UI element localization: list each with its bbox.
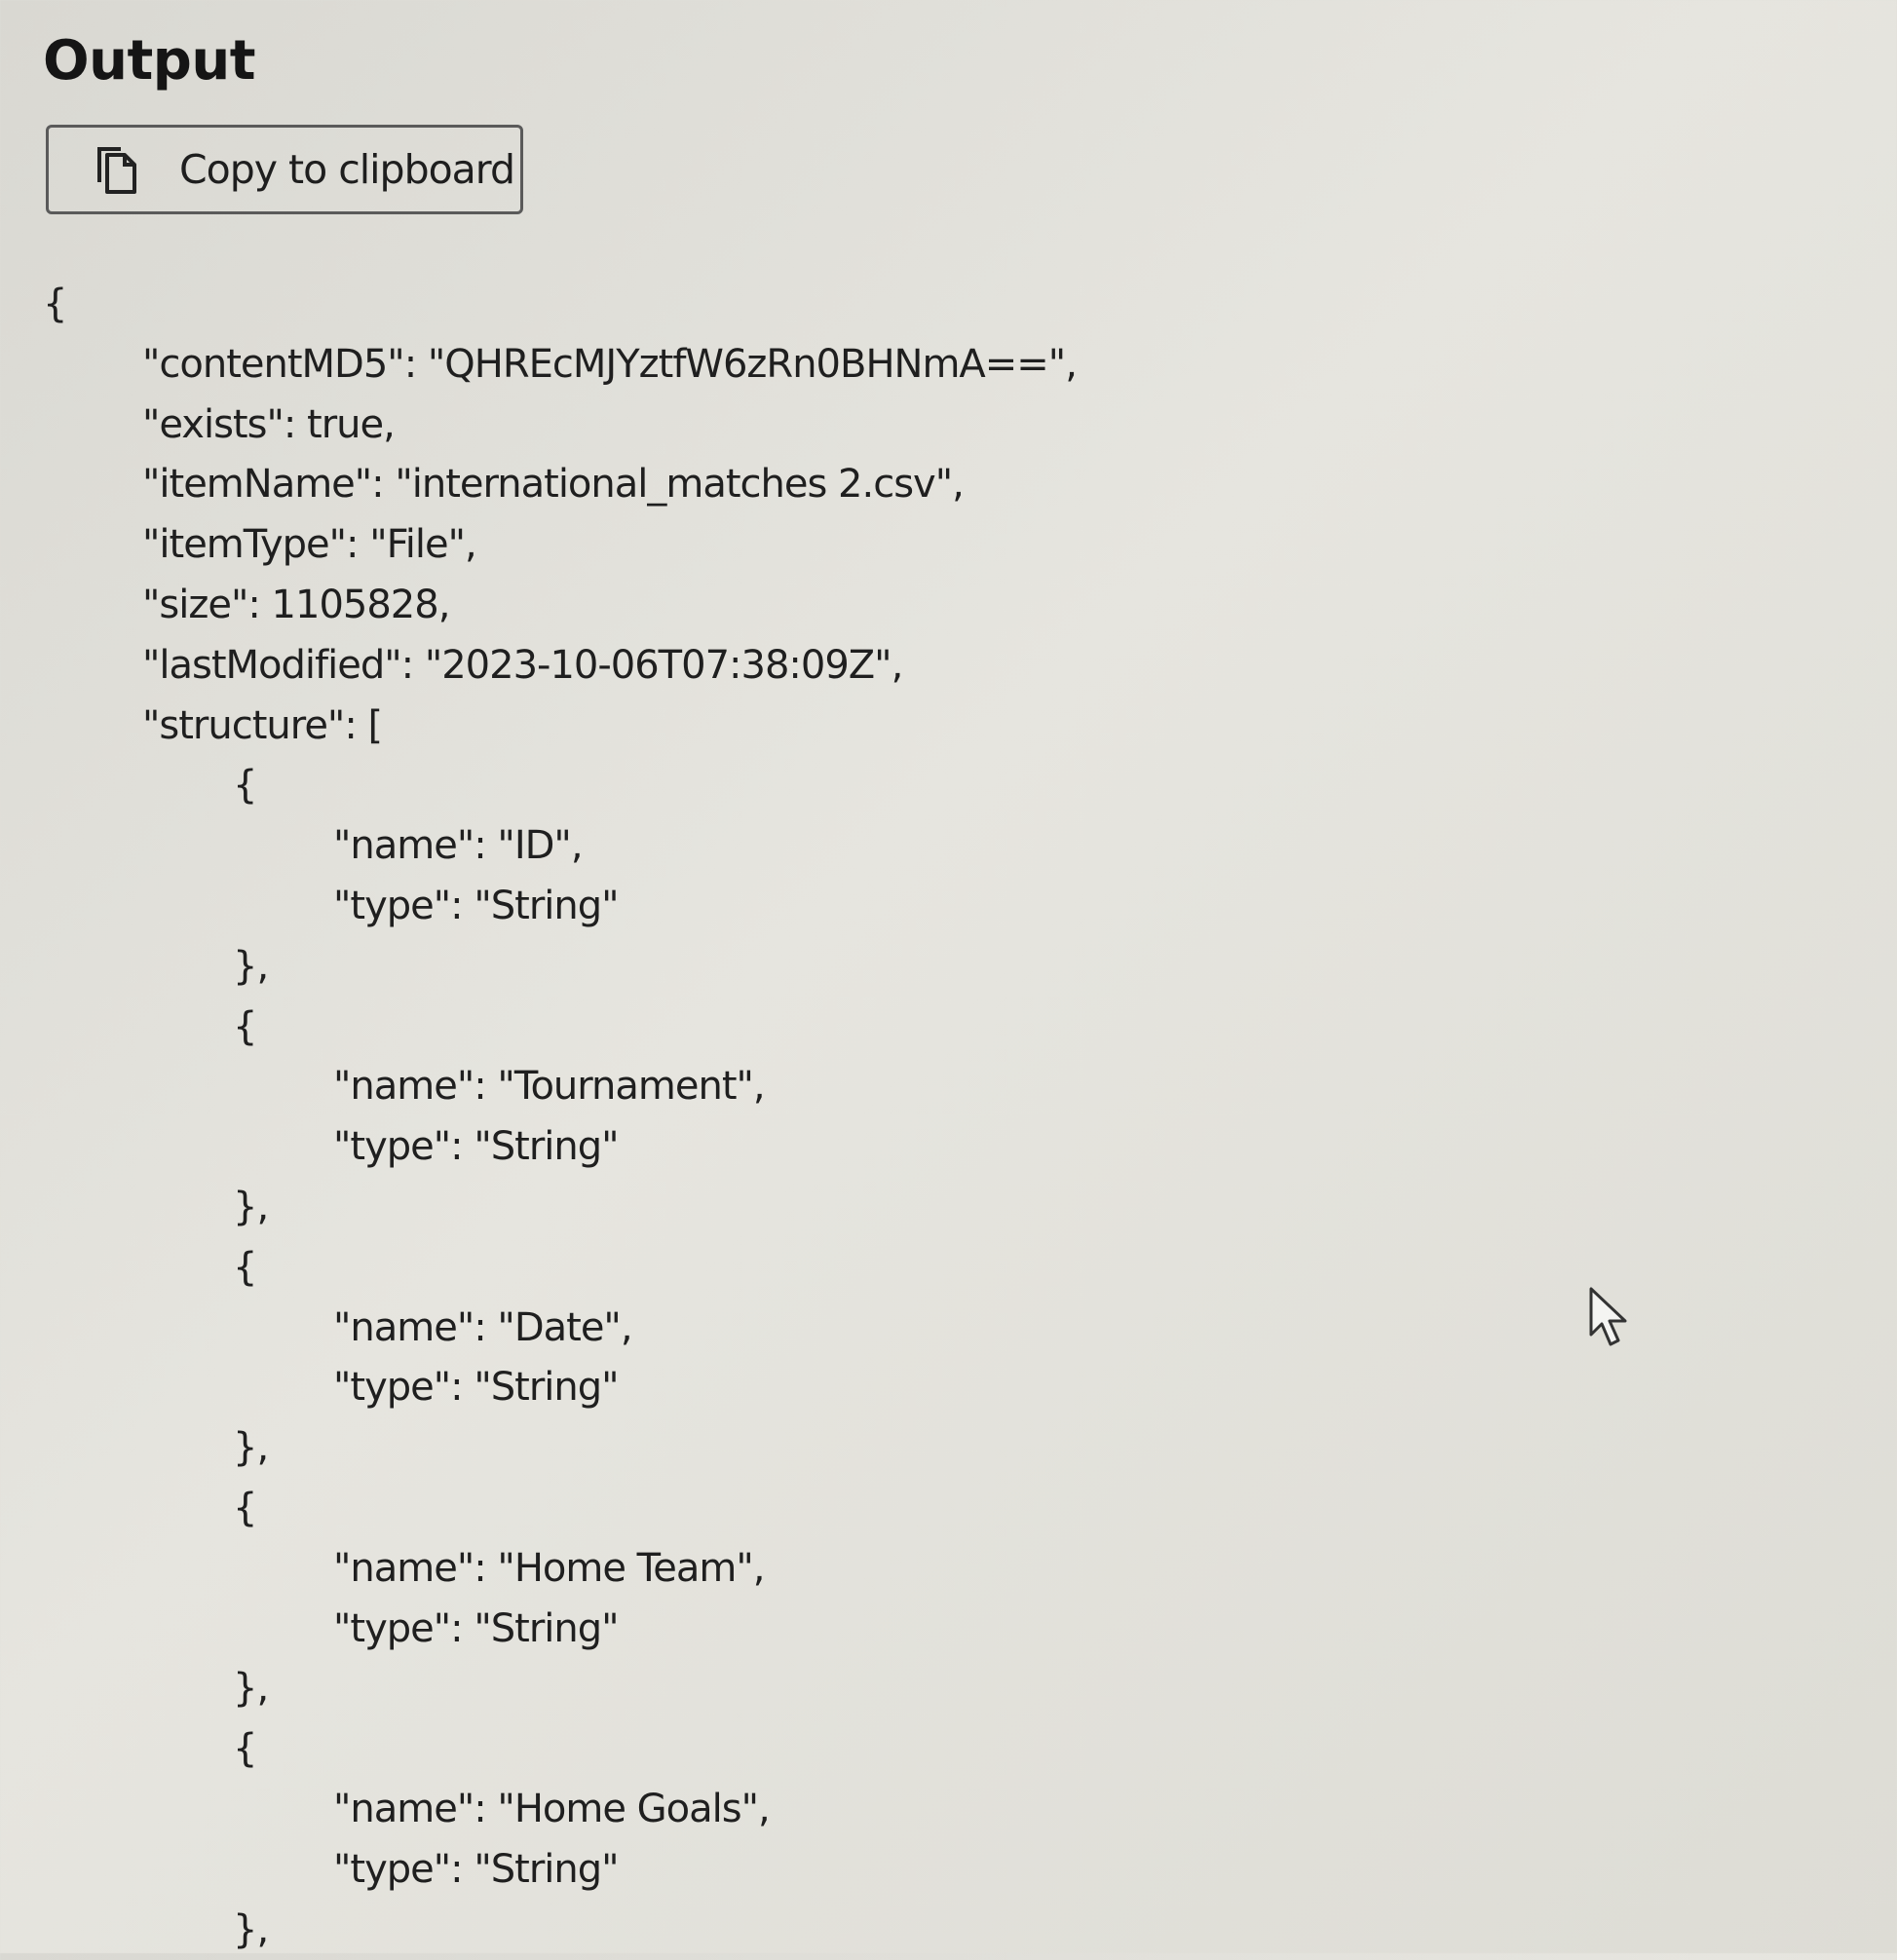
json-line: { xyxy=(233,1485,257,1530)
json-output: { "contentMD5": "QHREcMJYztfW6zRn0BHNmA=… xyxy=(43,275,1078,1960)
json-line: "contentMD5": "QHREcMJYztfW6zRn0BHNmA=="… xyxy=(142,341,1078,387)
json-line: "type": "String" xyxy=(333,1365,620,1411)
mouse-pointer-icon xyxy=(1588,1286,1633,1348)
json-line: "name": "ID", xyxy=(333,823,584,869)
output-panel: Output Copy to clipboard { "contentMD5":… xyxy=(0,0,1897,1953)
json-line: "type": "String" xyxy=(333,1124,620,1170)
json-line: "name": "Home Goals", xyxy=(333,1786,771,1831)
json-line: { xyxy=(233,1244,257,1290)
copy-to-clipboard-label: Copy to clipboard xyxy=(179,146,515,193)
json-line: "itemType": "File", xyxy=(142,522,477,568)
json-line: }, xyxy=(233,1184,269,1229)
output-title: Output xyxy=(43,29,255,93)
json-line: { xyxy=(43,282,67,326)
json-line: { xyxy=(233,1003,257,1049)
json-line: "size": 1105828, xyxy=(142,582,450,627)
json-line: "lastModified": "2023-10-06T07:38:09Z", xyxy=(142,642,903,688)
json-line: "name": "Tournament", xyxy=(333,1064,766,1110)
json-line: }, xyxy=(233,1666,269,1712)
json-line: }, xyxy=(233,1425,269,1471)
copy-to-clipboard-button[interactable]: Copy to clipboard xyxy=(46,125,523,214)
json-line: "type": "String" xyxy=(333,1605,620,1651)
json-line: { xyxy=(233,763,257,809)
json-line: "structure": [ xyxy=(142,702,383,748)
json-line: "itemName": "international_matches 2.csv… xyxy=(142,462,965,508)
json-line: "type": "String" xyxy=(333,1846,620,1892)
copy-icon xyxy=(92,143,144,196)
json-line: "name": "Date", xyxy=(333,1304,633,1350)
json-line: }, xyxy=(233,1906,269,1952)
json-line: "exists": true, xyxy=(142,401,396,447)
json-line: { xyxy=(233,1726,257,1772)
json-line: "type": "String" xyxy=(333,883,620,928)
json-line: "name": "Home Team", xyxy=(333,1545,765,1591)
json-line: }, xyxy=(233,943,269,989)
